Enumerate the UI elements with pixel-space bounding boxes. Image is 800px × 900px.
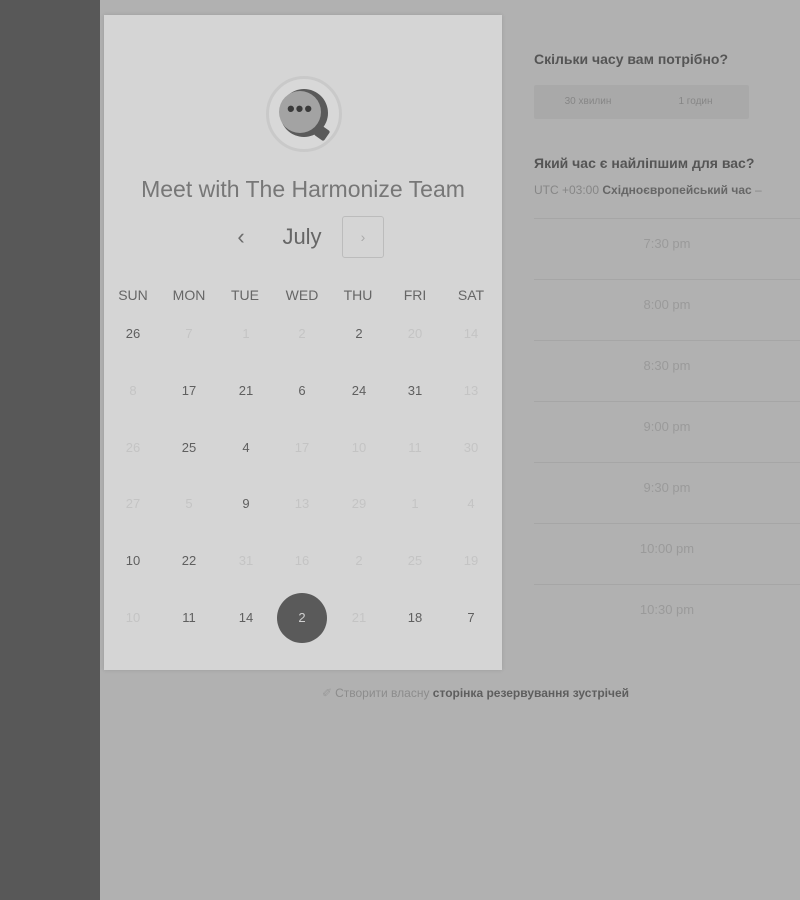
timeslot-label: 9:00 pm (643, 419, 691, 434)
calendar-day: 2 (355, 553, 363, 568)
calendar-day: 2 (298, 326, 306, 341)
timezone-offset: UTC +03:00 (534, 183, 600, 197)
calendar-day[interactable]: 9 (221, 479, 271, 529)
timezone-name: Східноєвропейський час (602, 183, 752, 197)
calendar-day[interactable]: 11 (164, 593, 214, 643)
calendar-day: 31 (238, 553, 254, 568)
calendar-day: 13 (463, 383, 479, 398)
calendar-day: 20 (407, 326, 423, 341)
calendar-day: 13 (294, 496, 310, 511)
timeslot-label: 10:00 pm (639, 541, 695, 556)
calendar-day[interactable]: 26 (108, 309, 158, 359)
calendar-day: 30 (463, 440, 479, 455)
duration-selector: 30 хвилин 1 годин (534, 85, 749, 119)
create-booking-page-link[interactable]: ✐ Створити власну сторінка резервування з… (322, 686, 629, 700)
calendar-day: 8 (129, 383, 137, 398)
calendar-day[interactable]: 18 (390, 593, 440, 643)
timeslot-button[interactable]: 9:30 pm (534, 462, 800, 512)
duration-30min-button[interactable]: 30 хвилин (534, 85, 642, 119)
duration-1hour-button[interactable]: 1 годин (642, 85, 749, 119)
timezone-selector[interactable]: UTC +03:00 Східноєвропейський час – (534, 183, 762, 197)
left-sidebar-strip (0, 0, 100, 900)
calendar-day: 4 (467, 496, 475, 511)
timeslot-label: 8:30 pm (643, 358, 691, 373)
calendar-day[interactable]: 17 (164, 366, 214, 416)
calendar-day: 26 (125, 440, 141, 455)
calendar-day: 7 (185, 326, 193, 341)
timeslot-button[interactable]: 10:00 pm (534, 523, 800, 573)
timeslot-label: 8:00 pm (643, 297, 691, 312)
calendar-day: 14 (463, 326, 479, 341)
calendar-day: 10 (125, 610, 141, 625)
timeslot-button[interactable]: 10:30 pm (534, 584, 800, 634)
calendar-day: 10 (351, 440, 367, 455)
duration-question: Скільки часу вам потрібно? (534, 51, 729, 67)
timeslot-button[interactable]: 9:00 pm (534, 401, 800, 451)
calendar-day[interactable]: 2 (334, 309, 384, 359)
calendar-day: 11 (408, 440, 422, 455)
timeslot-label: 10:30 pm (639, 602, 695, 617)
calendar-day[interactable]: 24 (334, 366, 384, 416)
calendar-day: 21 (351, 610, 367, 625)
calendar-day[interactable]: 22 (164, 536, 214, 586)
pencil-icon: ✐ (322, 686, 333, 700)
time-question: Який час є найліпшим для вас? (534, 155, 755, 171)
footer-link-text: сторінка резервування зустрічей (432, 686, 630, 700)
calendar-day[interactable]: 6 (277, 366, 327, 416)
calendar-grid: 26 7 1 2 2 20 14 8 17 21 6 24 31 13 26 25 4 17 10 11 30 27 5 9 1… (104, 15, 502, 670)
timeslot-button[interactable]: 8:30 pm (534, 340, 800, 390)
timeslot-button[interactable]: 7:30 pm (534, 218, 800, 268)
calendar-day[interactable]: 7 (446, 593, 496, 643)
footer-prefix: Створити власну (335, 686, 430, 700)
timeslot-label: 9:30 pm (643, 480, 691, 495)
calendar-day: 5 (185, 496, 193, 511)
calendar-day[interactable]: 21 (221, 366, 271, 416)
timeslot-button[interactable]: 8:00 pm (534, 279, 800, 329)
calendar-day: 1 (242, 326, 250, 341)
calendar-day: 29 (351, 496, 367, 511)
calendar-day: 1 (411, 496, 419, 511)
calendar-day: 27 (125, 496, 141, 511)
calendar-day: 19 (463, 553, 479, 568)
booking-card: ••• Meet with The Harmonize Team ‹ July … (104, 15, 502, 670)
calendar-day: 17 (294, 440, 310, 455)
calendar-day[interactable]: 31 (390, 366, 440, 416)
calendar-day[interactable]: 25 (164, 423, 214, 473)
timezone-dropdown-icon: – (755, 183, 762, 197)
calendar-day[interactable]: 4 (221, 423, 271, 473)
calendar-day[interactable]: 14 (221, 593, 271, 643)
calendar-day: 25 (407, 553, 423, 568)
calendar-day: 16 (294, 553, 310, 568)
calendar-day[interactable]: 10 (108, 536, 158, 586)
timeslot-label: 7:30 pm (643, 236, 691, 251)
selected-day[interactable]: 2 (277, 593, 327, 643)
